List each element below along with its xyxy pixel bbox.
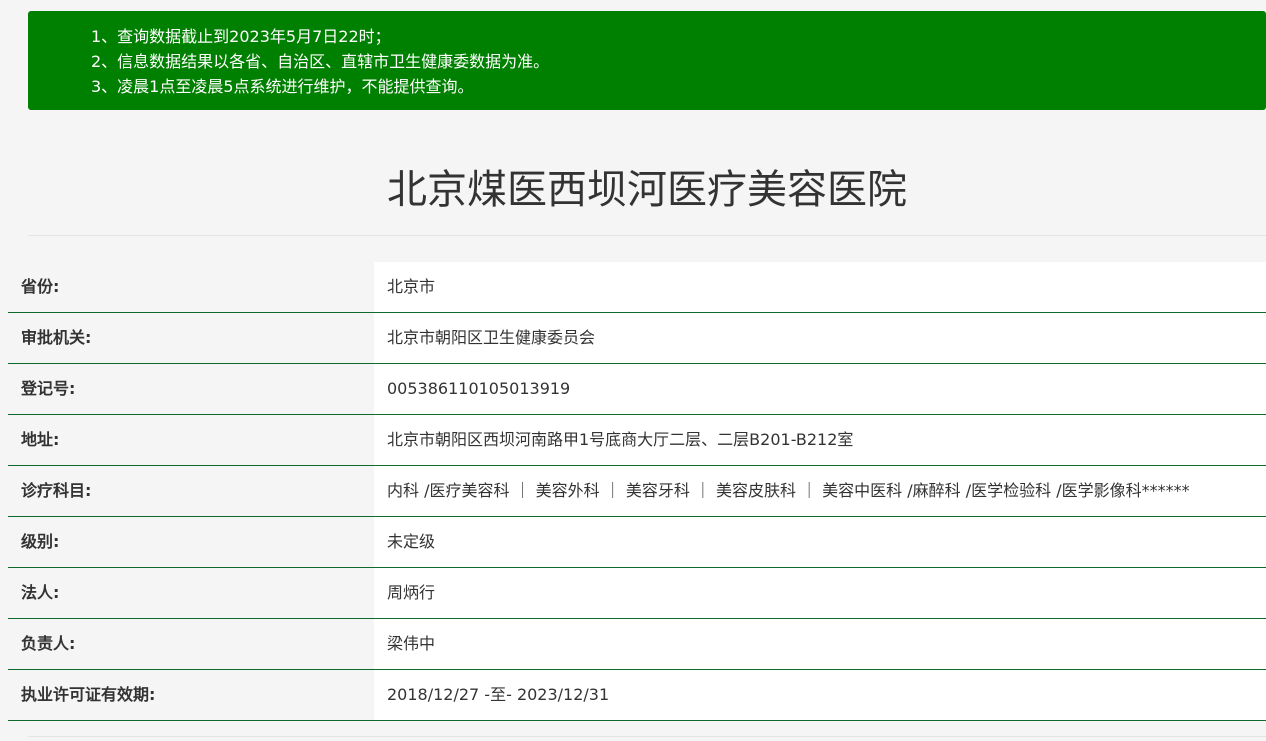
row-registration-number: 登记号: 005386110105013919 (8, 364, 1266, 415)
title-divider (28, 235, 1266, 236)
row-value: 内科 /医疗美容科 ｜ 美容外科 ｜ 美容牙科 ｜ 美容皮肤科 ｜ 美容中医科 … (374, 466, 1266, 516)
row-label: 省份: (8, 262, 374, 312)
row-license-validity: 执业许可证有效期: 2018/12/27 -至- 2023/12/31 (8, 670, 1266, 721)
row-label: 法人: (8, 568, 374, 618)
row-person-in-charge: 负责人: 梁伟中 (8, 619, 1266, 670)
row-level: 级别: 未定级 (8, 517, 1266, 568)
notice-line-3: 3、凌晨1点至凌晨5点系统进行维护，不能提供查询。 (91, 77, 474, 96)
row-label: 负责人: (8, 619, 374, 669)
row-departments: 诊疗科目: 内科 /医疗美容科 ｜ 美容外科 ｜ 美容牙科 ｜ 美容皮肤科 ｜ … (8, 466, 1266, 517)
notice-line-1: 1、查询数据截止到2023年5月7日22时； (91, 27, 391, 46)
row-label: 执业许可证有效期: (8, 670, 374, 720)
details-table: 省份: 北京市 审批机关: 北京市朝阳区卫生健康委员会 登记号: 0053861… (8, 262, 1266, 721)
row-approval-authority: 审批机关: 北京市朝阳区卫生健康委员会 (8, 313, 1266, 364)
notice-banner: 1、查询数据截止到2023年5月7日22时； 2、信息数据结果以各省、自治区、直… (28, 11, 1266, 110)
row-label: 登记号: (8, 364, 374, 414)
bottom-divider (28, 736, 1266, 737)
row-value: 2018/12/27 -至- 2023/12/31 (374, 670, 1266, 720)
row-label: 审批机关: (8, 313, 374, 363)
row-value: 北京市 (374, 262, 1266, 312)
row-label: 地址: (8, 415, 374, 465)
row-label: 级别: (8, 517, 374, 567)
row-value: 未定级 (374, 517, 1266, 567)
row-value: 梁伟中 (374, 619, 1266, 669)
row-address: 地址: 北京市朝阳区西坝河南路甲1号底商大厅二层、二层B201-B212室 (8, 415, 1266, 466)
row-legal-person: 法人: 周炳行 (8, 568, 1266, 619)
row-value: 北京市朝阳区卫生健康委员会 (374, 313, 1266, 363)
row-label: 诊疗科目: (8, 466, 374, 516)
row-value: 005386110105013919 (374, 364, 1266, 414)
row-value: 北京市朝阳区西坝河南路甲1号底商大厅二层、二层B201-B212室 (374, 415, 1266, 465)
row-province: 省份: 北京市 (8, 262, 1266, 313)
hospital-title: 北京煤医西坝河医疗美容医院 (387, 167, 907, 213)
row-value: 周炳行 (374, 568, 1266, 618)
notice-line-2: 2、信息数据结果以各省、自治区、直辖市卫生健康委数据为准。 (91, 52, 550, 71)
